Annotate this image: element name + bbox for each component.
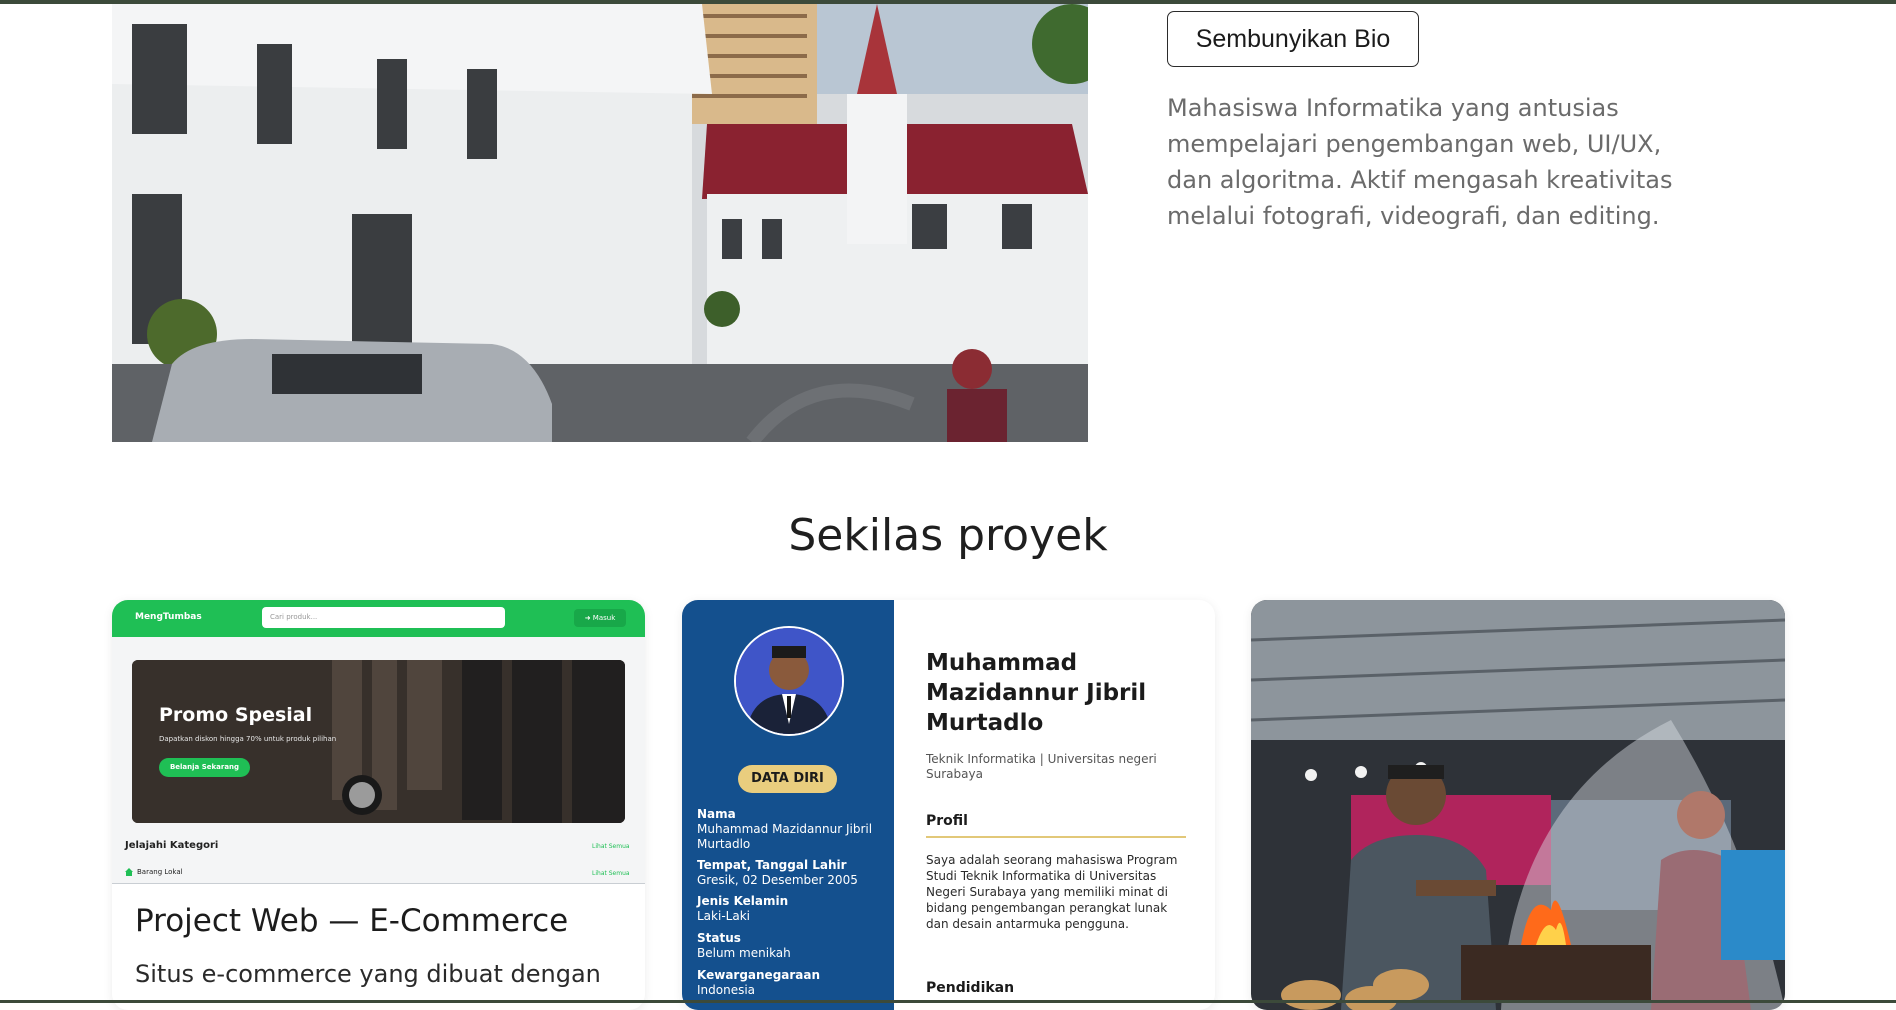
hero-building-photo <box>112 4 1088 442</box>
cv-field-label: Status <box>697 931 741 945</box>
cv-field-label: Tempat, Tanggal Lahir <box>697 858 847 872</box>
preview-category-heading: Jelajahi Kategori <box>125 840 219 851</box>
home-icon <box>125 868 133 876</box>
preview-banner-subtitle: Dapatkan diskon hingga 70% untuk produk … <box>159 735 337 743</box>
cv-sidebar: DATA DIRI Nama Muhammad Mazidannur Jibri… <box>682 600 894 1010</box>
preview-brand: MengTumbas <box>135 612 202 622</box>
cv-field-label: Nama <box>697 807 736 821</box>
personal-data-badge: DATA DIRI <box>738 765 837 793</box>
cv-field-birth: Tempat, Tanggal Lahir Gresik, 02 Desembe… <box>697 858 892 888</box>
project-card-ecommerce[interactable]: MengTumbas Cari produk... ➜ Masuk Promo … <box>112 600 645 1010</box>
ecommerce-preview-screenshot: MengTumbas Cari produk... ➜ Masuk Promo … <box>112 600 645 884</box>
project-card-cv[interactable]: DATA DIRI Nama Muhammad Mazidannur Jibri… <box>682 600 1215 1010</box>
project-card-photo[interactable] <box>1251 600 1785 1010</box>
preview-search-input: Cari produk... <box>262 607 505 628</box>
preview-local-goods-label: Barang Lokal <box>137 868 183 876</box>
preview-see-all-link: Lihat Semua <box>592 843 630 850</box>
street-food-photo <box>1251 600 1785 1010</box>
avatar <box>734 626 844 736</box>
preview-shop-button: Belanja Sekarang <box>159 758 250 777</box>
cv-subtitle: Teknik Informatika | Universitas negeri … <box>926 752 1157 781</box>
preview-see-all-link-2: Lihat Semua <box>592 870 630 877</box>
cv-field-name: Nama Muhammad Mazidannur Jibril Murtadlo <box>697 807 892 852</box>
cv-field-value: Gresik, 02 Desember 2005 <box>697 873 858 887</box>
preview-promo-banner: Promo Spesial Dapatkan diskon hingga 70%… <box>132 660 625 823</box>
bio-text: Mahasiswa Informatika yang antusias memp… <box>1167 94 1673 230</box>
preview-divider <box>112 883 645 884</box>
cv-profile-heading: Profil <box>926 813 968 829</box>
project-description: Situs e-commerce yang dibuat dengan <box>135 960 601 988</box>
preview-login-button: ➜ Masuk <box>574 609 626 627</box>
cv-education-heading: Pendidikan <box>926 980 1015 996</box>
section-title: Sekilas proyek <box>788 510 1108 561</box>
cv-field-value: Belum menikah <box>697 946 791 960</box>
project-title: Project Web — E-Commerce <box>135 903 569 939</box>
hide-bio-button[interactable]: Sembunyikan Bio <box>1167 11 1419 67</box>
cv-field-status: Status Belum menikah <box>697 931 892 961</box>
cv-field-value: Muhammad Mazidannur Jibril Murtadlo <box>697 822 873 851</box>
cv-field-label: Jenis Kelamin <box>697 894 789 908</box>
cv-field-label: Kewarganegaraan <box>697 968 821 982</box>
cv-profile-text: Saya adalah seorang mahasiswa Program St… <box>926 853 1178 931</box>
preview-navbar: MengTumbas Cari produk... ➜ Masuk <box>112 600 645 637</box>
cv-field-nationality: Kewarganegaraan Indonesia <box>697 968 892 998</box>
cv-profile-underline <box>926 836 1186 838</box>
preview-banner-title: Promo Spesial <box>159 704 313 726</box>
cv-name: Muhammad Mazidannur Jibril Murtadlo <box>926 650 1147 736</box>
cv-field-value: Indonesia <box>697 983 756 997</box>
cv-field-gender: Jenis Kelamin Laki-Laki <box>697 894 892 924</box>
cv-field-value: Laki-Laki <box>697 909 750 923</box>
